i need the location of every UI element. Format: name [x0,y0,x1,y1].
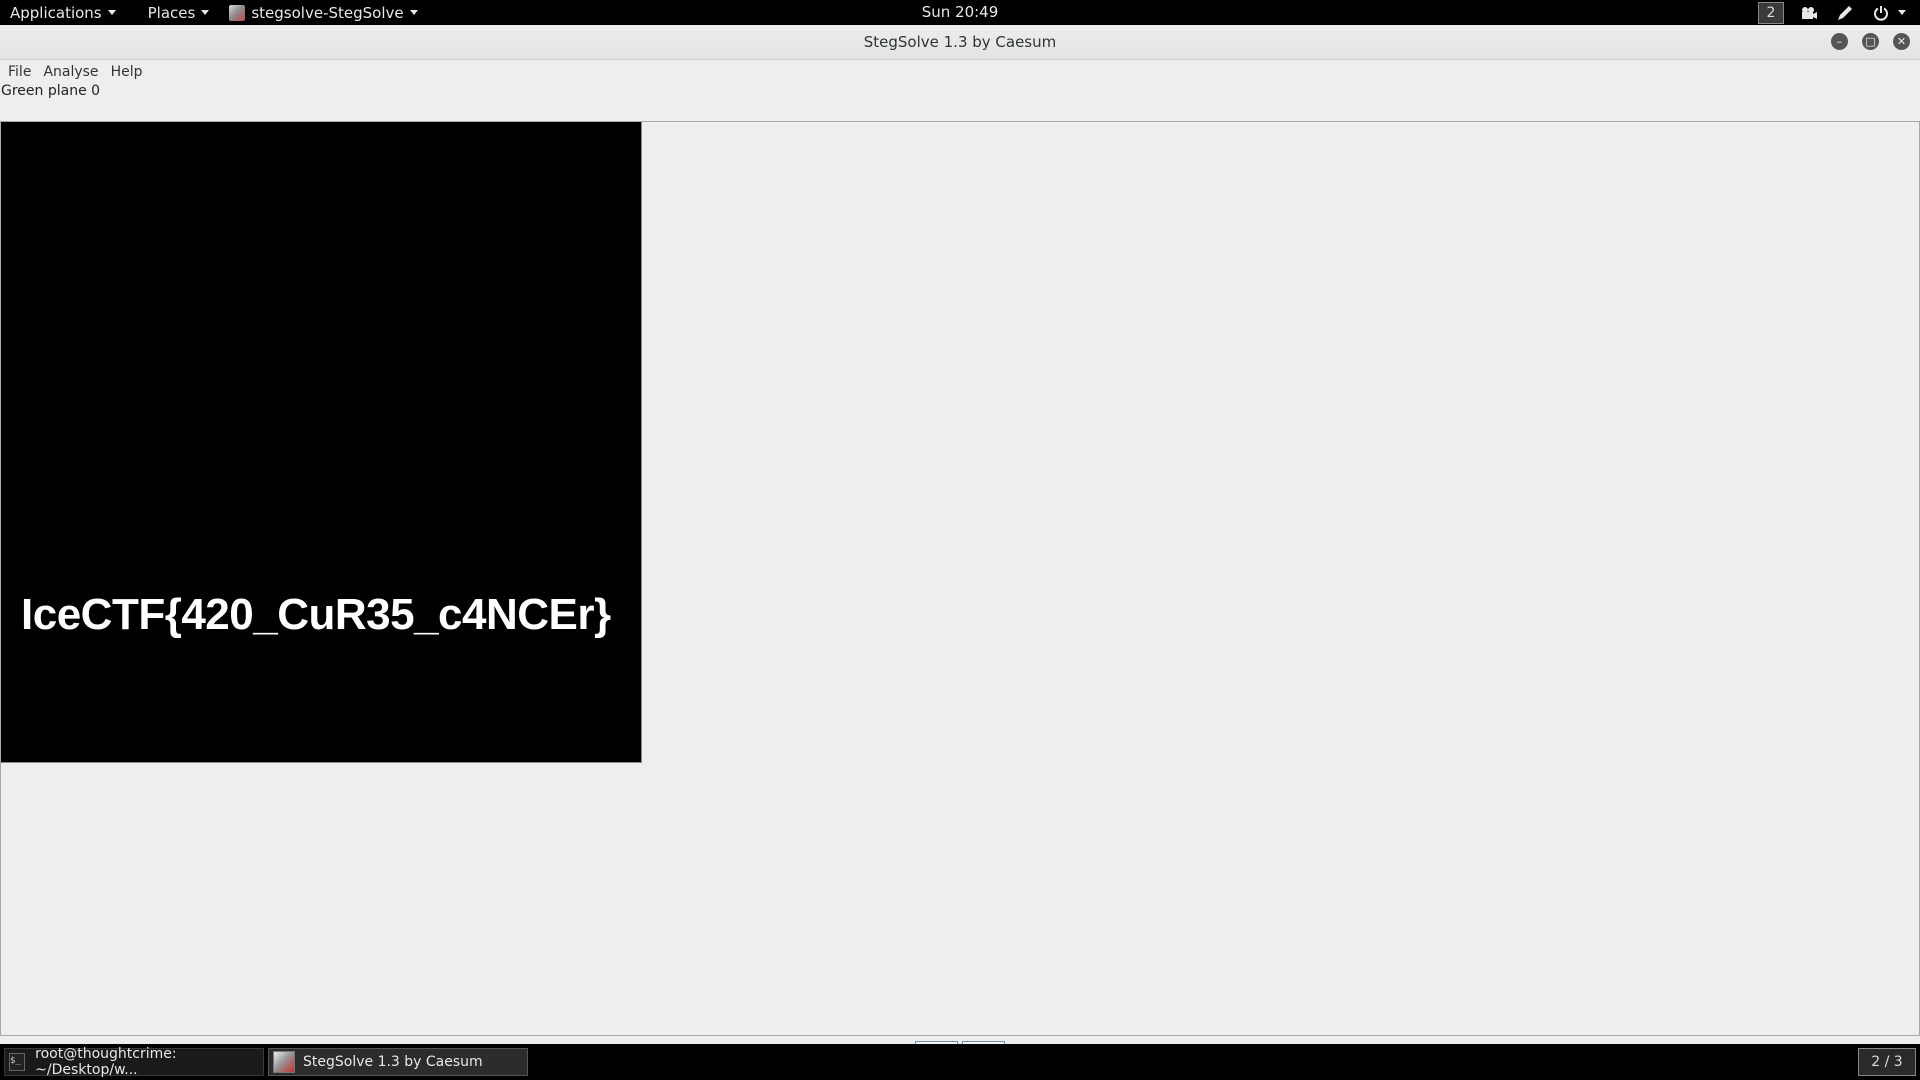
close-icon[interactable]: ✕ [1893,33,1910,50]
places-menu[interactable]: Places [138,0,220,25]
workspace-badge[interactable]: 2 [1758,1,1784,24]
taskbar-stegsolve-label: StegSolve 1.3 by Caesum [303,1054,483,1070]
active-app-menu[interactable]: stegsolve-StegSolve [219,0,427,25]
maximize-icon[interactable]: □ [1862,33,1879,50]
menu-bar: File Analyse Help [0,60,1920,84]
chevron-down-icon[interactable] [1898,10,1906,15]
chevron-down-icon [409,10,418,15]
taskbar-terminal-label: root@thoughtcrime: ~/Desktop/w... [35,1046,177,1078]
places-menu-label: Places [147,3,196,22]
power-icon[interactable] [1870,2,1892,24]
applications-menu-label: Applications [10,3,102,22]
taskbar: $_ root@thoughtcrime: ~/Desktop/w... Ste… [0,1044,1920,1080]
menu-analyse[interactable]: Analyse [37,60,104,84]
chevron-down-icon [107,10,116,15]
workspace-indicator[interactable]: 2 / 3 [1858,1048,1916,1076]
top-panel: Applications Places stegsolve-StegSolve … [0,0,1920,25]
stegsolve-app-icon [229,4,246,21]
window-title: StegSolve 1.3 by Caesum [863,33,1057,51]
minimize-icon[interactable]: – [1831,33,1848,50]
plane-label: Green plane 0 [1,83,101,99]
menu-file[interactable]: File [2,60,37,84]
image-panel[interactable]: IceCTF{420_CuR35_c4NCEr} [0,121,1920,1036]
menu-help[interactable]: Help [105,60,149,84]
video-camera-icon[interactable] [1798,2,1820,24]
system-tray: 2 [1758,0,1920,25]
window-titlebar[interactable]: StegSolve 1.3 by Caesum – □ ✕ [0,25,1920,60]
applications-menu[interactable]: Applications [0,0,126,25]
pen-tool-icon[interactable] [1834,2,1856,24]
stegsolve-window: StegSolve 1.3 by Caesum – □ ✕ File Analy… [0,25,1920,1065]
terminal-icon: $_ [9,1053,26,1071]
taskbar-terminal[interactable]: $_ root@thoughtcrime: ~/Desktop/w... [4,1046,264,1078]
clock[interactable]: Sun 20:49 [922,3,999,21]
chevron-down-icon [201,10,210,15]
window-controls: – □ ✕ [1831,33,1910,50]
stego-image: IceCTF{420_CuR35_c4NCEr} [1,122,642,763]
taskbar-stegsolve[interactable]: StegSolve 1.3 by Caesum [268,1048,528,1076]
image-flag-text: IceCTF{420_CuR35_c4NCEr} [21,590,611,639]
stegsolve-app-icon [273,1051,295,1073]
active-app-label: stegsolve-StegSolve [251,3,404,22]
